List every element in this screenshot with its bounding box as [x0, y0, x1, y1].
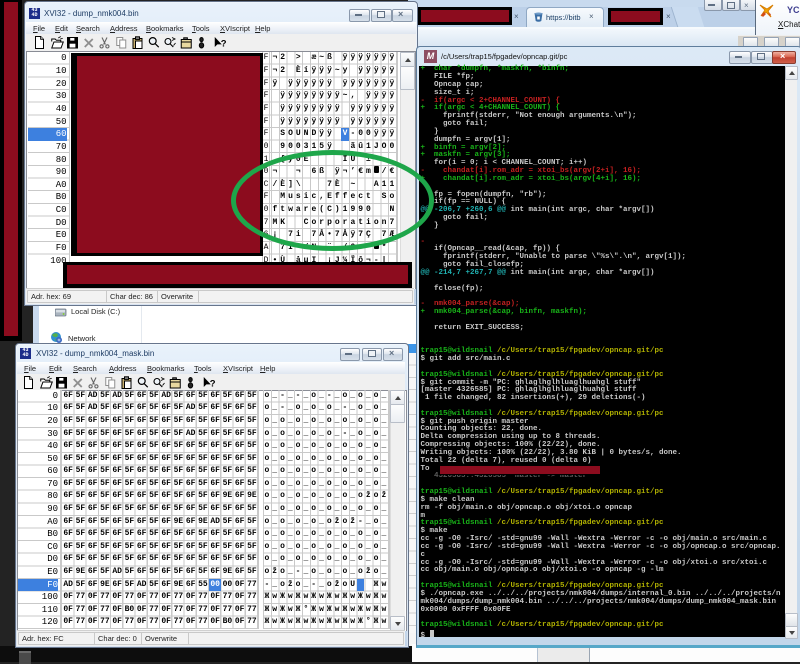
svg-text:?: ? — [209, 379, 215, 390]
svg-text:?: ? — [220, 39, 226, 50]
